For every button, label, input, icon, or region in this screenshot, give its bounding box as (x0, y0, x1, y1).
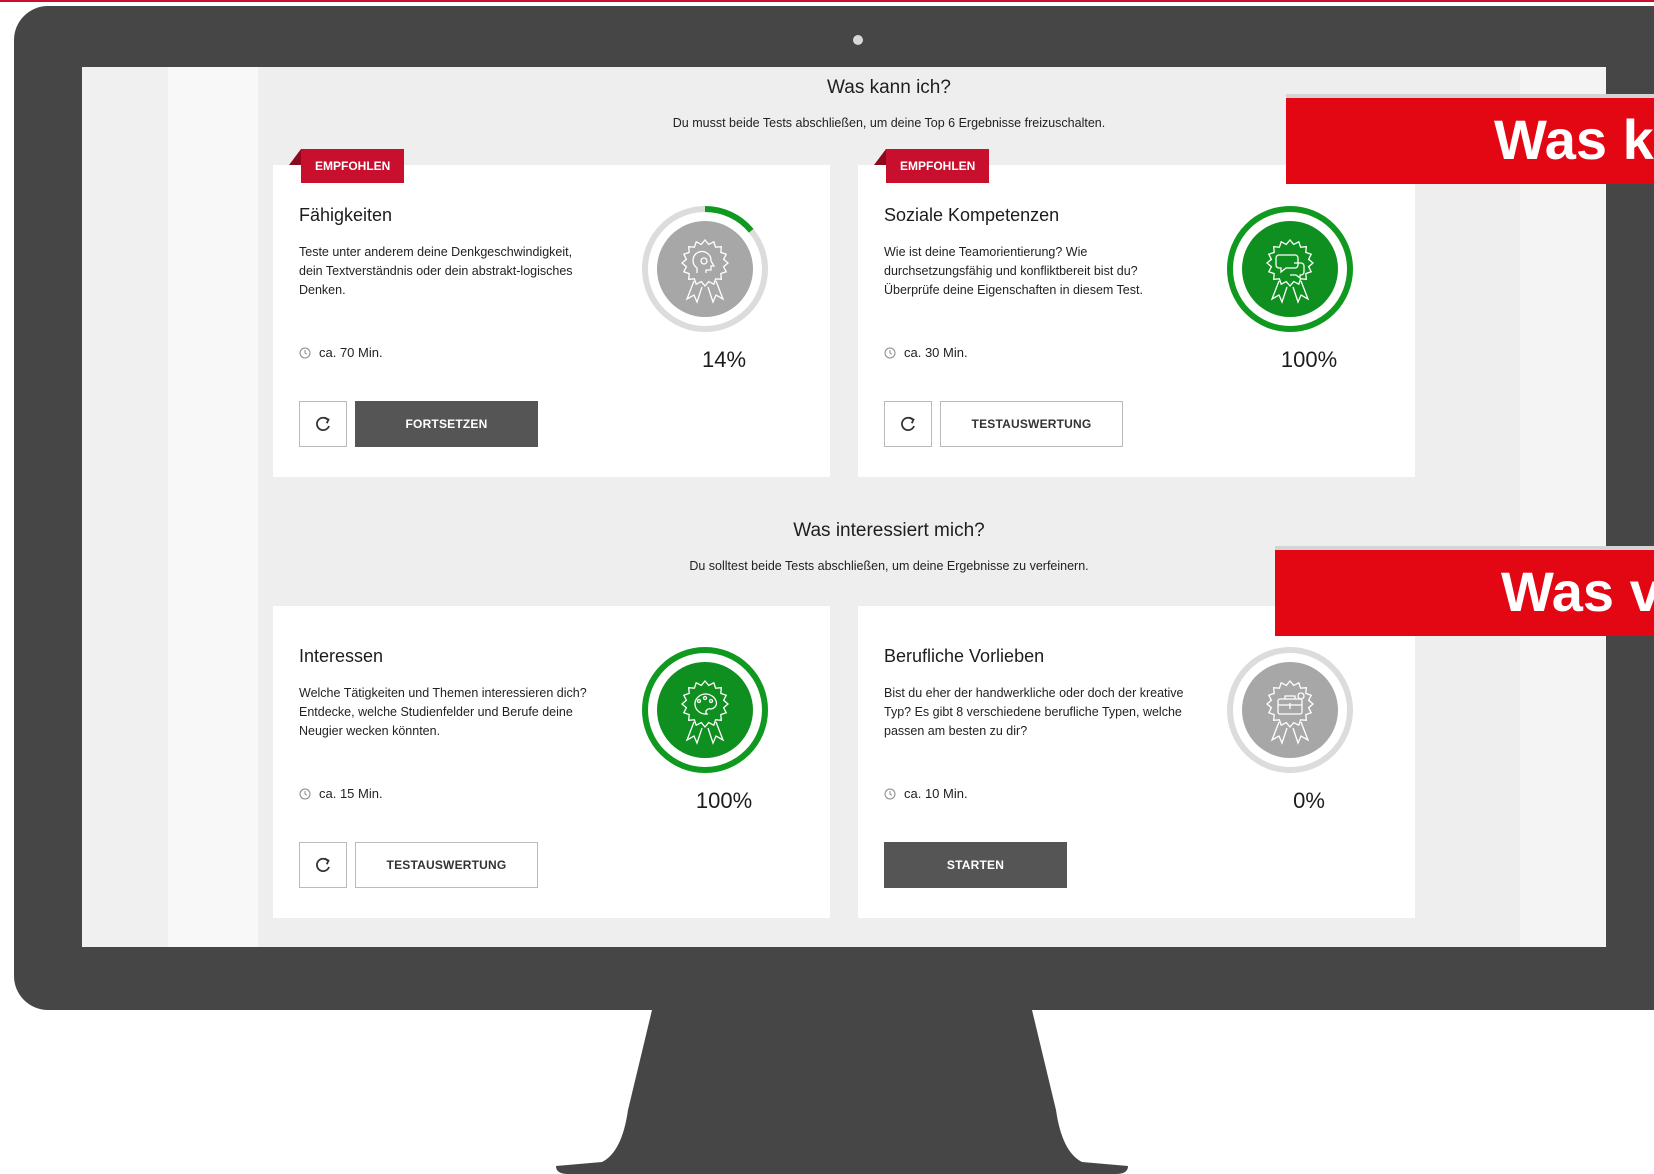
card-title: Berufliche Vorlieben (884, 646, 1045, 666)
progress-percent: 100% (695, 788, 753, 813)
test-card-faehigkeiten: EMPFOHLEN Fähigkeiten Teste unter andere… (273, 149, 830, 477)
progress-ring (642, 647, 768, 773)
banner-text: Was v (1501, 559, 1654, 623)
card-description: Bist du eher der handwerkliche oder doch… (884, 686, 1184, 738)
banner-text: Was k (1494, 107, 1654, 171)
badge-circle (657, 221, 753, 317)
duration-label: ca. 70 Min. (319, 345, 383, 360)
duration-label: ca. 10 Min. (904, 786, 968, 801)
test-card-berufliche-vorlieben: Berufliche Vorlieben Bist du eher der ha… (858, 606, 1415, 918)
right-margin (1520, 67, 1606, 947)
card-title: Fähigkeiten (299, 205, 393, 225)
badge-circle (657, 662, 753, 758)
continue-button[interactable]: FORTSETZEN (355, 401, 538, 447)
clock-icon (884, 788, 896, 799)
restart-button[interactable] (299, 842, 347, 888)
app-screen: Was kann ich? Du musst beide Tests absch… (82, 67, 1606, 947)
test-evaluation-button[interactable]: TESTAUSWERTUNG (940, 401, 1123, 447)
card-title: Soziale Kompetenzen (884, 205, 1060, 225)
restart-button[interactable] (884, 401, 932, 447)
card-title: Interessen (299, 646, 384, 666)
card-description: Wie ist deine Teamorientierung? Wie durc… (884, 245, 1143, 297)
badge-fold (289, 149, 301, 165)
section-title: Was interessiert mich? (793, 520, 985, 541)
left-margin (82, 67, 168, 947)
badge-fold (874, 149, 886, 165)
clock-icon (884, 347, 896, 358)
reload-icon (316, 416, 330, 432)
card-duration: ca. 70 Min. (299, 345, 383, 360)
test-evaluation-button[interactable]: TESTAUSWERTUNG (355, 842, 538, 888)
duration-label: ca. 15 Min. (319, 786, 383, 801)
red-banner-top: Was k (1286, 94, 1654, 184)
recommended-badge: EMPFOHLEN (301, 149, 405, 183)
monitor-stand (556, 1010, 1128, 1174)
reload-icon (316, 857, 330, 873)
clock-icon (299, 347, 311, 358)
card-description: Welche Tätigkeiten und Themen interessie… (299, 686, 587, 738)
clock-icon (299, 788, 311, 799)
duration-label: ca. 30 Min. (904, 345, 968, 360)
red-banner-bottom: Was v (1275, 546, 1654, 636)
card-description: Teste unter anderem deine Denkgeschwindi… (299, 245, 573, 297)
camera-dot (853, 35, 863, 45)
progress-ring (1227, 647, 1353, 773)
card-duration: ca. 15 Min. (299, 786, 383, 801)
test-card-soziale-kompetenzen: EMPFOHLEN Soziale Kompetenzen Wie ist de… (858, 149, 1415, 477)
badge-circle (1242, 221, 1338, 317)
progress-ring (1227, 206, 1353, 332)
restart-button[interactable] (299, 401, 347, 447)
reload-icon (901, 416, 915, 432)
progress-percent: 0% (1293, 788, 1325, 813)
progress-percent: 14% (701, 347, 747, 372)
badge-circle (1242, 662, 1338, 758)
card-duration: ca. 10 Min. (884, 786, 968, 801)
progress-ring (642, 206, 768, 332)
start-button[interactable]: STARTEN (884, 842, 1067, 888)
top-accent-line (0, 0, 1654, 2)
card-duration: ca. 30 Min. (884, 345, 968, 360)
progress-percent: 100% (1280, 347, 1338, 372)
recommended-badge: EMPFOHLEN (886, 149, 990, 183)
test-card-interessen: Interessen Welche Tätigkeiten und Themen… (273, 606, 830, 918)
